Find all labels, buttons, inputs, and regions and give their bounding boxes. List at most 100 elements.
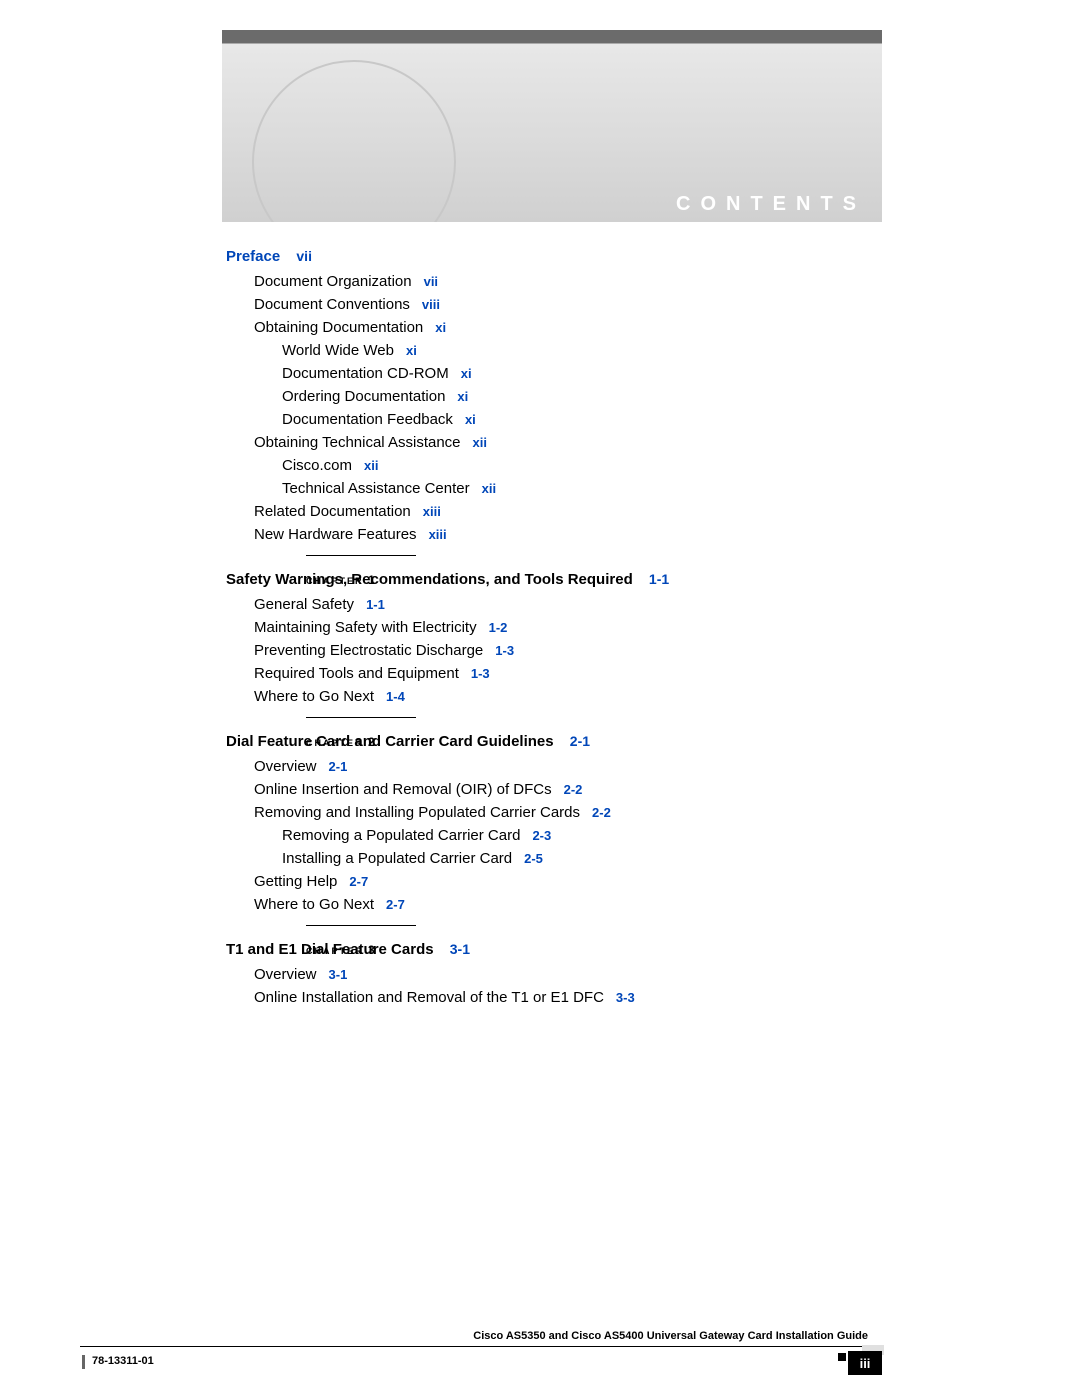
toc-entry-title: Technical Assistance Center: [282, 480, 470, 497]
toc-entry: Removing a Populated Carrier Card2-3: [226, 827, 866, 844]
toc-entry-title: Getting Help: [254, 873, 337, 890]
toc-entry-page: 2-2: [592, 805, 611, 820]
toc-entry-page: 3-1: [329, 967, 348, 982]
toc-entry: Getting Help 2-7: [226, 873, 866, 890]
chapter-1-num: 1: [368, 573, 377, 587]
toc-entry: Where to Go Next 2-7: [226, 896, 866, 913]
toc-entry-title: Overview: [254, 966, 317, 983]
chapter-2-label: CHAPTER 2: [306, 735, 377, 749]
chapter-3-rule: [306, 925, 416, 926]
toc-entry-title: Where to Go Next: [254, 688, 374, 705]
toc-entry: Online Insertion and Removal (OIR) of DF…: [226, 781, 866, 798]
toc-entry: Document Organization vii: [226, 273, 866, 290]
footer-docnum-bar: [82, 1355, 85, 1369]
preface-items: Document Organization vii Document Convent…: [226, 273, 866, 543]
toc-entry-page: 1-3: [471, 666, 490, 681]
toc-entry: Technical Assistance Center xii: [226, 480, 866, 497]
toc-entry-title: Ordering Documentation: [282, 388, 445, 405]
toc-entry: Overview 3-1: [226, 966, 866, 983]
toc-entry-title: General Safety: [254, 596, 354, 613]
chapter-2-rule: [306, 717, 416, 718]
toc-entry-page: xiii: [429, 527, 447, 542]
toc-entry: Where to Go Next1-4: [226, 688, 866, 705]
page-footer: Cisco AS5350 and Cisco AS5400 Universal …: [0, 1317, 1080, 1397]
chapter-1-label-text: CHAPTER: [306, 576, 364, 586]
toc-entry-page: 2-1: [329, 759, 348, 774]
toc-entry-page: xii: [473, 435, 487, 450]
toc-entry-title: Preventing Electrostatic Discharge: [254, 642, 483, 659]
toc-entry-title: Obtaining Documentation: [254, 319, 423, 336]
toc-entry-page: vii: [424, 274, 438, 289]
toc-entry-page: 2-5: [524, 851, 543, 866]
toc-entry-page: xiii: [423, 504, 441, 519]
toc-entry-title: Installing a Populated Carrier Card: [282, 850, 512, 867]
chapter-2-section: CHAPTER 2 Dial Feature Card and Carrier …: [226, 733, 866, 913]
toc-entry: World Wide Webxi: [226, 342, 866, 359]
toc-entry: Online Installation and Removal of the T…: [226, 989, 866, 1006]
toc-entry-title: Document Organization: [254, 273, 412, 290]
toc-entry: Ordering Documentation xi: [226, 388, 866, 405]
toc-entry-title: Required Tools and Equipment: [254, 665, 459, 682]
toc-entry-page: xi: [435, 320, 446, 335]
chapter-3-label-text: CHAPTER: [306, 946, 364, 956]
footer-rule: [80, 1346, 882, 1347]
chapter-2-items: Overview 2-1 Online Insertion and Removal …: [226, 758, 866, 913]
toc-entry-title: Online Installation and Removal of the T…: [254, 989, 604, 1006]
toc-entry-page: xi: [465, 412, 476, 427]
toc-entry-page: xii: [364, 458, 378, 473]
toc-entry-title: Overview: [254, 758, 317, 775]
toc-entry-title: Online Insertion and Removal (OIR) of DF…: [254, 781, 552, 798]
toc-entry: Required Tools and Equipment 1-3: [226, 665, 866, 682]
toc-entry-title: Document Conventions: [254, 296, 410, 313]
toc-entry: Documentation CD-ROMxi: [226, 365, 866, 382]
toc-entry-title: Related Documentation: [254, 503, 411, 520]
toc-entry-title: Documentation Feedback: [282, 411, 453, 428]
toc-entry-page: 2-7: [386, 897, 405, 912]
footer-page-number: iii: [848, 1351, 882, 1375]
toc-entry-title: New Hardware Features: [254, 526, 417, 543]
toc-entry-title: Obtaining Technical Assistance: [254, 434, 461, 451]
toc-entry: Removing and Installing Populated Carrie…: [226, 804, 866, 821]
toc-entry: Related Documentation xiii: [226, 503, 866, 520]
toc-entry-page: viii: [422, 297, 440, 312]
toc-entry-page: xi: [457, 389, 468, 404]
toc-entry: Documentation Feedback xi: [226, 411, 866, 428]
toc-content: Preface vii Document OrganizationviiDocu…: [226, 248, 866, 1034]
toc-entry: Maintaining Safety with Electricity1-2: [226, 619, 866, 636]
toc-entry: Obtaining Documentation xi: [226, 319, 866, 336]
toc-entry: Installing a Populated Carrier Card 2-5: [226, 850, 866, 867]
toc-entry-page: 3-3: [616, 990, 635, 1005]
chapter-1-label: CHAPTER 1: [306, 573, 377, 587]
toc-entry-page: xi: [461, 366, 472, 381]
toc-entry-page: 2-7: [349, 874, 368, 889]
chapter-3-section: CHAPTER 3 T1 and E1 Dial Feature Cards 3…: [226, 941, 866, 1006]
toc-entry-title: Removing and Installing Populated Carrie…: [254, 804, 580, 821]
chapter-3-num: 3: [368, 943, 377, 957]
toc-entry: Document Conventions viii: [226, 296, 866, 313]
toc-entry: Preventing Electrostatic Discharge 1-3: [226, 642, 866, 659]
toc-entry-page: 1-2: [489, 620, 508, 635]
toc-entry: Obtaining Technical Assistance xii: [226, 434, 866, 451]
chapter-3-label: CHAPTER 3: [306, 943, 377, 957]
toc-entry: Cisco.com xii: [226, 457, 866, 474]
toc-entry-title: World Wide Web: [282, 342, 394, 359]
toc-entry-page: 2-3: [532, 828, 551, 843]
preface-page: vii: [296, 248, 312, 264]
preface-heading: Preface vii: [226, 248, 866, 265]
toc-entry-title: Where to Go Next: [254, 896, 374, 913]
chapter-1-rule: [306, 555, 416, 556]
footer-square-icon: [838, 1353, 846, 1361]
chapter-3-page: 3-1: [450, 941, 470, 957]
toc-entry: General Safety1-1: [226, 596, 866, 613]
preface-section: Preface vii Document OrganizationviiDocu…: [226, 248, 866, 543]
chapter-1-title: Safety Warnings, Recommendations, and To…: [226, 571, 633, 588]
toc-entry-title: Cisco.com: [282, 457, 352, 474]
preface-title: Preface: [226, 248, 280, 265]
toc-entry: New Hardware Features xiii: [226, 526, 866, 543]
chapter-1-page: 1-1: [649, 571, 669, 587]
toc-entry-page: 1-3: [495, 643, 514, 658]
chapter-2-title: Dial Feature Card and Carrier Card Guide…: [226, 733, 554, 750]
chapter-1-section: CHAPTER 1 Safety Warnings, Recommendatio…: [226, 571, 866, 705]
toc-entry-page: xii: [482, 481, 496, 496]
chapter-3-items: Overview 3-1 Online Installation and Remov…: [226, 966, 866, 1006]
